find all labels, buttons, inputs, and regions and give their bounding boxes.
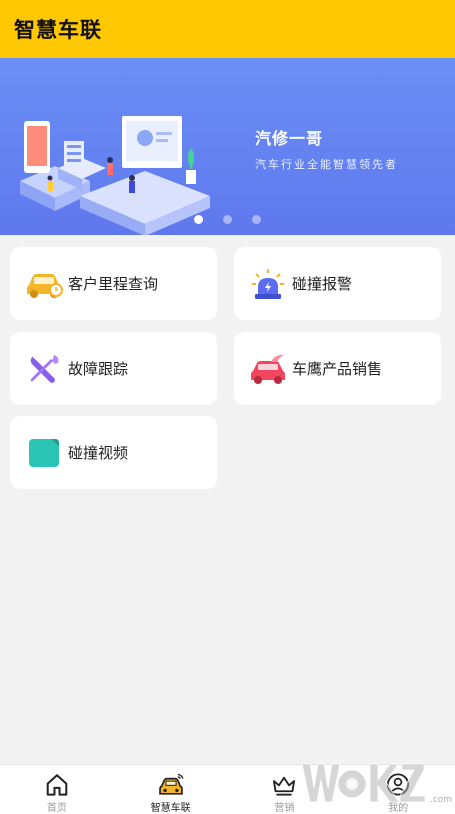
promo-banner[interactable]: 汽修一哥 汽车行业全能智慧领先者 (0, 58, 455, 235)
tab-label: 我的 (388, 803, 409, 814)
bottom-tab-bar: 首页 智慧车联 营销 我的 (0, 764, 455, 814)
video-icon (24, 433, 64, 473)
app-header: 智慧车联 (0, 0, 455, 58)
tab-home[interactable]: 首页 (0, 765, 114, 814)
tab-marketing[interactable]: 营销 (228, 765, 342, 814)
menu-item-collision-video[interactable]: 碰撞视频 (10, 416, 217, 489)
banner-illustration (20, 116, 210, 235)
menu-item-label: 车鹰产品销售 (292, 360, 383, 378)
crown-icon (273, 776, 296, 796)
menu-item-label: 客户里程查询 (68, 275, 159, 293)
carousel-dot[interactable] (252, 215, 261, 224)
menu-item-mileage-query[interactable]: 客户里程查询 (10, 247, 217, 320)
car-mileage-icon (24, 264, 64, 304)
home-icon (46, 774, 68, 796)
menu-item-label: 故障跟踪 (68, 360, 129, 378)
siren-icon (248, 264, 288, 304)
tab-smart-car[interactable]: 智慧车联 (114, 765, 228, 814)
tab-label: 智慧车联 (150, 803, 191, 814)
tab-label: 首页 (46, 803, 67, 814)
menu-item-label: 碰撞报警 (292, 275, 353, 293)
banner-title: 汽修一哥 (255, 129, 324, 148)
banner-subtitle: 汽车行业全能智慧领先者 (255, 158, 398, 171)
menu-item-fault-tracking[interactable]: 故障跟踪 (10, 332, 217, 405)
page-title: 智慧车联 (14, 18, 102, 42)
car-connect-icon (158, 773, 184, 795)
user-icon (387, 773, 410, 796)
car-sale-icon (248, 349, 288, 389)
tab-label: 营销 (274, 803, 295, 814)
carousel-indicator (0, 215, 455, 224)
tab-profile[interactable]: 我的 (341, 765, 455, 814)
tools-icon (24, 349, 64, 389)
carousel-dot[interactable] (194, 215, 203, 224)
menu-item-product-sales[interactable]: 车鹰产品销售 (234, 332, 441, 405)
carousel-dot[interactable] (223, 215, 232, 224)
menu-item-label: 碰撞视频 (68, 444, 129, 462)
menu-item-collision-alarm[interactable]: 碰撞报警 (234, 247, 441, 320)
